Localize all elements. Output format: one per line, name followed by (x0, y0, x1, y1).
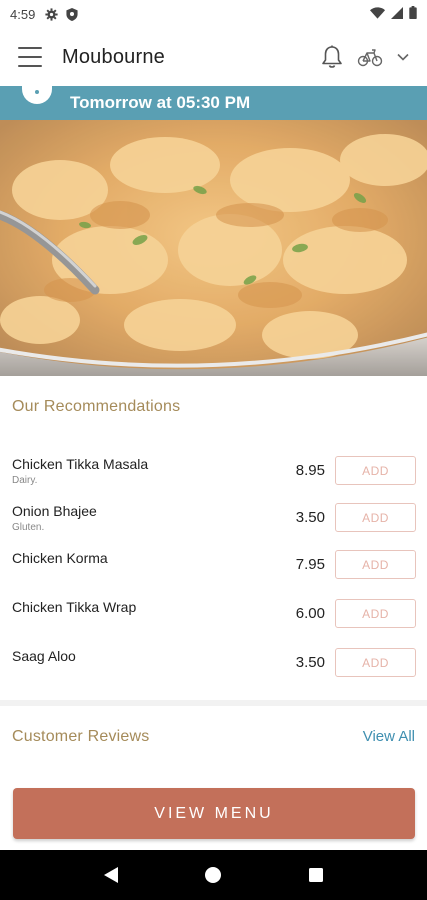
list-item: Chicken Tikka Wrap 6.00 ADD (0, 599, 427, 639)
item-dietary-tag: Gluten. (12, 522, 45, 533)
recents-icon[interactable] (296, 855, 336, 895)
delivery-time-banner[interactable]: Tomorrow at 05:30 PM (0, 86, 427, 120)
signal-icon (391, 6, 403, 22)
location-pin-icon (22, 86, 52, 104)
item-name: Saag Aloo (12, 648, 76, 664)
reviews-title: Customer Reviews (12, 728, 150, 745)
list-item: Chicken Tikka Masala Dairy. 8.95 ADD (0, 456, 427, 496)
bell-icon[interactable] (321, 45, 343, 69)
item-price: 3.50 (295, 654, 325, 671)
add-button[interactable]: ADD (335, 456, 416, 485)
page-title: Moubourne (62, 45, 165, 68)
add-button[interactable]: ADD (335, 599, 416, 628)
back-icon[interactable] (91, 855, 131, 895)
item-price: 7.95 (295, 556, 325, 573)
item-name: Chicken Tikka Wrap (12, 599, 137, 615)
shield-icon (66, 7, 78, 21)
item-name: Chicken Tikka Masala (12, 456, 149, 472)
battery-icon (409, 6, 417, 22)
recommendations-title: Our Recommendations (12, 398, 181, 415)
wifi-icon (370, 6, 385, 22)
item-price: 6.00 (295, 605, 325, 622)
add-button[interactable]: ADD (335, 648, 416, 677)
item-name: Chicken Korma (12, 550, 108, 566)
gear-icon (45, 7, 58, 21)
item-price: 8.95 (295, 462, 325, 479)
list-item: Onion Bhajee Gluten. 3.50 ADD (0, 503, 427, 543)
list-item: Chicken Korma 7.95 ADD (0, 550, 427, 590)
system-nav-bar (0, 850, 427, 900)
chevron-down-icon[interactable] (397, 53, 409, 61)
item-name: Onion Bhajee (12, 503, 97, 519)
app-bar: Moubourne (0, 28, 427, 86)
menu-icon[interactable] (18, 47, 42, 67)
status-time: 4:59 (10, 6, 36, 22)
item-dietary-tag: Dairy. (12, 475, 38, 486)
list-item: Saag Aloo 3.50 ADD (0, 648, 427, 688)
home-icon[interactable] (193, 855, 233, 895)
hero-food-image (0, 120, 427, 376)
status-bar: 4:59 (0, 0, 427, 28)
item-price: 3.50 (295, 509, 325, 526)
view-menu-button[interactable]: VIEW MENU (13, 788, 415, 839)
add-button[interactable]: ADD (335, 550, 416, 579)
bike-icon[interactable] (357, 47, 383, 67)
section-divider (0, 700, 427, 706)
delivery-time-text: Tomorrow at 05:30 PM (70, 93, 251, 112)
view-all-reviews-link[interactable]: View All (363, 728, 415, 745)
add-button[interactable]: ADD (335, 503, 416, 532)
